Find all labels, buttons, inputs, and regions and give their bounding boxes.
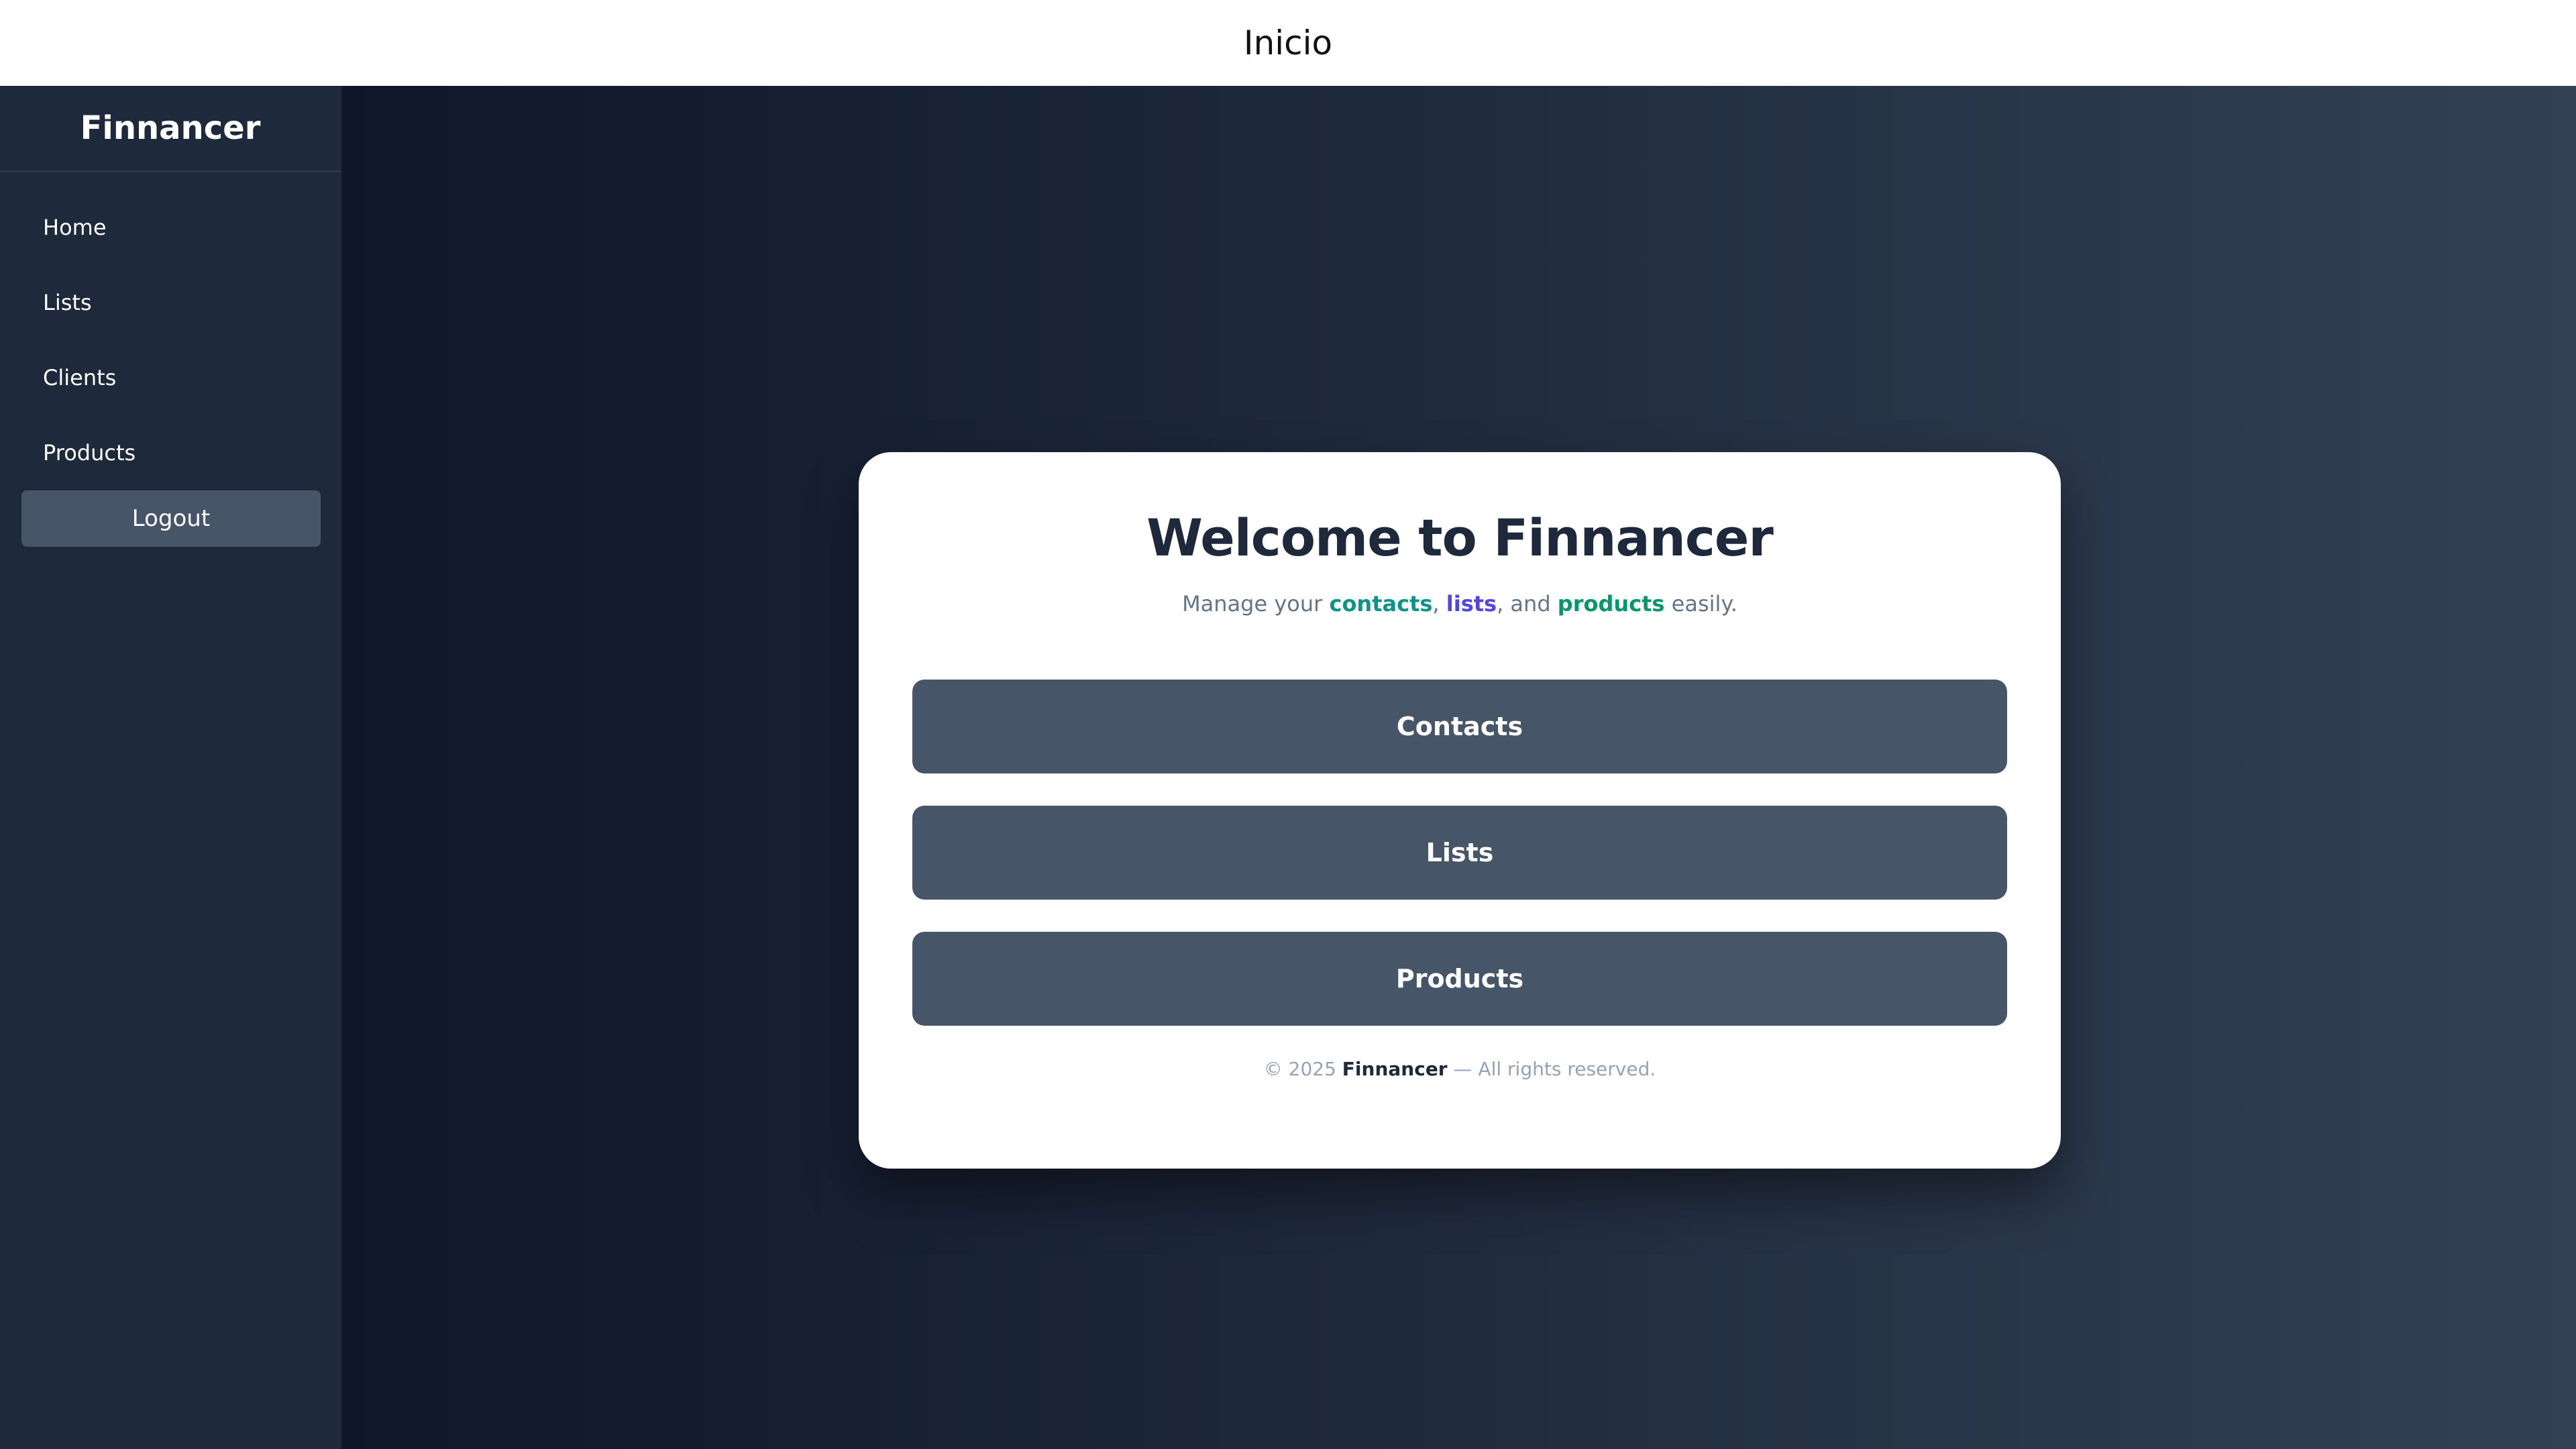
card-footer: © 2025 Finnancer — All rights reserved.: [912, 1058, 2007, 1080]
sidebar-item-home[interactable]: Home: [0, 190, 341, 265]
lists-button[interactable]: Lists: [912, 806, 2007, 900]
logout-button[interactable]: Logout: [21, 490, 321, 547]
main-content: Welcome to Finnancer Manage your contact…: [342, 86, 2576, 1449]
subtitle-products: products: [1557, 591, 1665, 617]
contacts-button[interactable]: Contacts: [912, 680, 2007, 774]
footer-brand: Finnancer: [1342, 1058, 1448, 1081]
subtitle-contacts: contacts: [1329, 591, 1433, 617]
sidebar: Finnancer Home Lists Clients Products Lo…: [0, 86, 342, 1449]
sidebar-nav: Home Lists Clients Products: [0, 190, 341, 490]
welcome-subtitle: Manage your contacts, lists, and product…: [912, 591, 2007, 616]
welcome-title: Welcome to Finnancer: [1146, 508, 1774, 568]
top-bar: Inicio: [0, 0, 2576, 86]
subtitle-lists: lists: [1446, 591, 1497, 617]
footer-suffix: — All rights reserved.: [1447, 1058, 1656, 1081]
footer-prefix: © 2025: [1263, 1058, 1342, 1081]
sidebar-item-lists[interactable]: Lists: [0, 265, 341, 340]
subtitle-suffix: easily.: [1664, 591, 1737, 617]
subtitle-prefix: Manage your: [1182, 591, 1330, 617]
sidebar-item-products[interactable]: Products: [0, 415, 341, 490]
subtitle-comma: ,: [1432, 591, 1446, 617]
sidebar-brand: Finnancer: [0, 86, 341, 172]
subtitle-and: , and: [1497, 591, 1558, 617]
products-button[interactable]: Products: [912, 932, 2007, 1026]
sidebar-item-clients[interactable]: Clients: [0, 340, 341, 415]
welcome-card: Welcome to Finnancer Manage your contact…: [859, 452, 2061, 1169]
card-buttons: Contacts Lists Products: [912, 680, 2007, 1026]
page-title: Inicio: [1243, 23, 1333, 62]
